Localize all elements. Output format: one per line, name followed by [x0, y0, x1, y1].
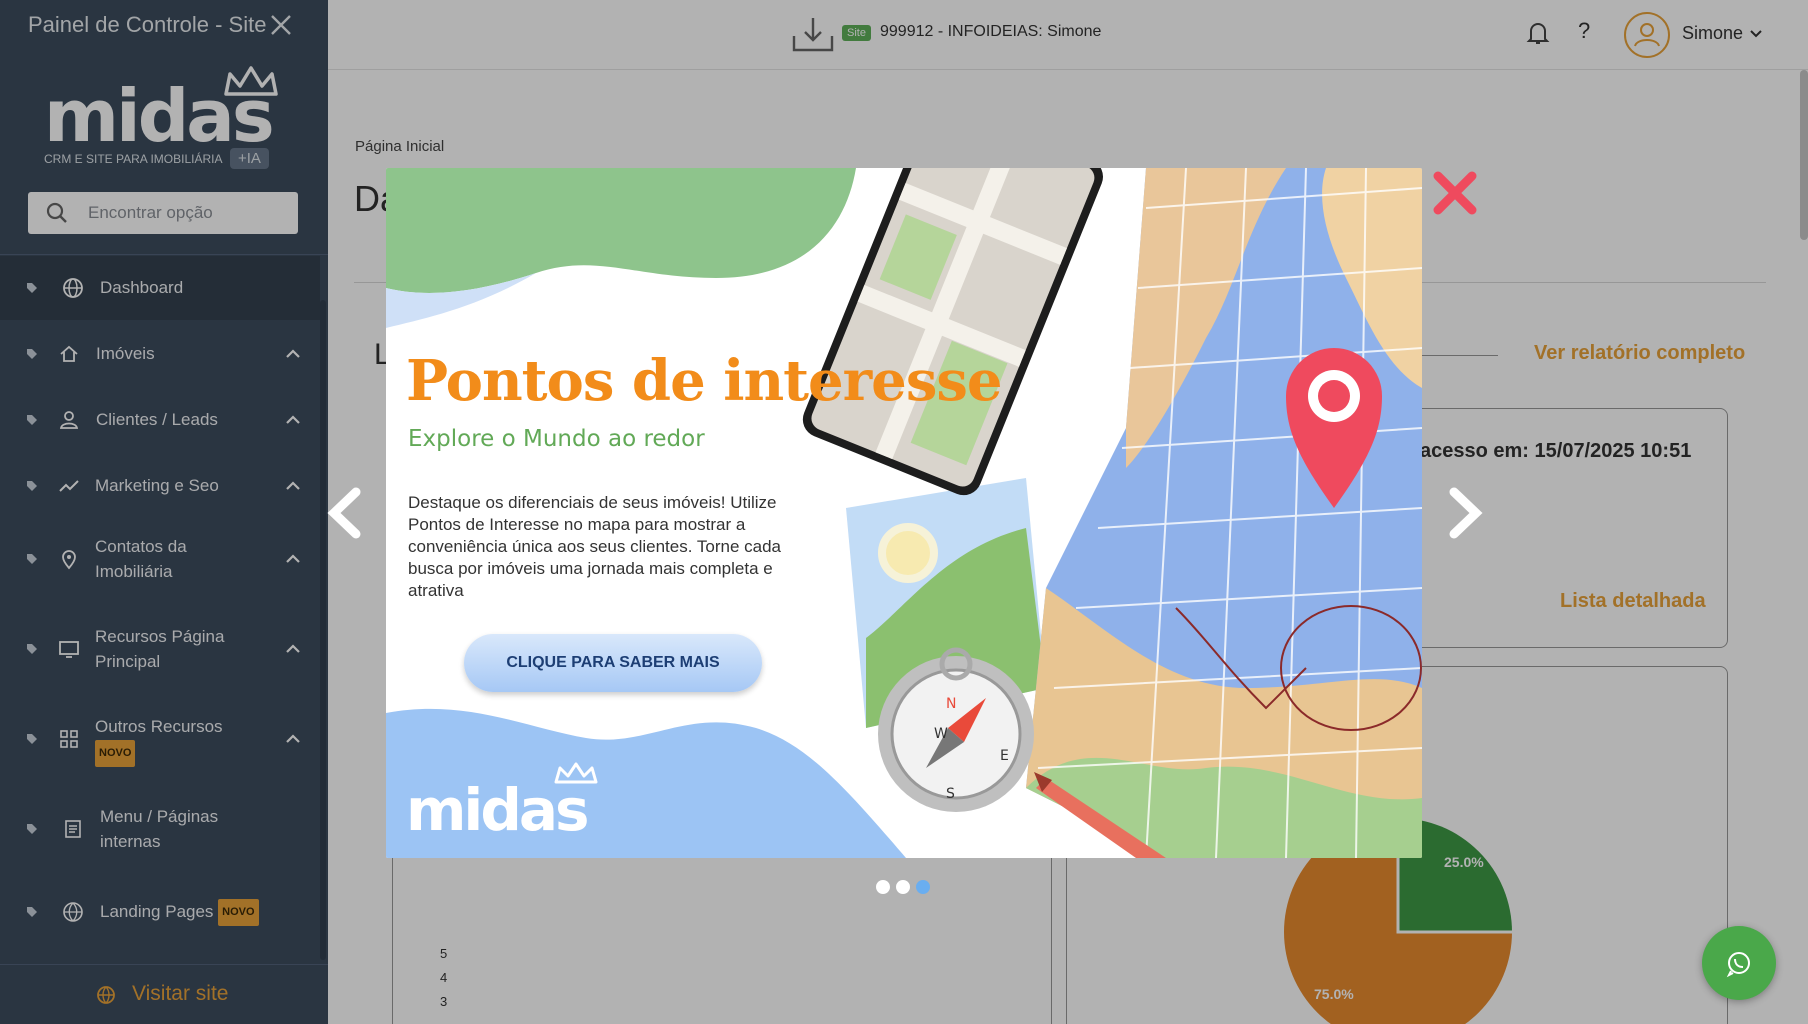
carousel-dot-active[interactable] — [916, 880, 930, 894]
chevron-left-icon[interactable] — [322, 486, 368, 540]
carousel-dots — [876, 880, 932, 894]
promo-body: Destaque os diferenciais de seus imóveis… — [408, 493, 781, 600]
chevron-right-icon[interactable] — [1442, 486, 1488, 540]
promo-title: Pontos de interesse — [406, 348, 1002, 414]
learn-more-button[interactable]: CLIQUE PARA SABER MAIS — [464, 634, 762, 692]
svg-text:S: S — [946, 786, 955, 802]
svg-text:N: N — [946, 696, 956, 712]
whatsapp-icon — [1726, 952, 1750, 978]
svg-text:E: E — [1000, 748, 1009, 764]
promo-subtitle: Explore o Mundo ao redor — [408, 426, 705, 452]
promo-logo: midas — [406, 776, 589, 844]
close-icon[interactable] — [1430, 168, 1480, 218]
carousel-dot[interactable] — [896, 880, 910, 894]
promo-modal: W E N S Pontos de interesse Explore o Mu… — [386, 168, 1422, 858]
carousel-dot[interactable] — [876, 880, 890, 894]
svg-text:W: W — [934, 726, 948, 742]
whatsapp-button[interactable] — [1702, 926, 1776, 1000]
